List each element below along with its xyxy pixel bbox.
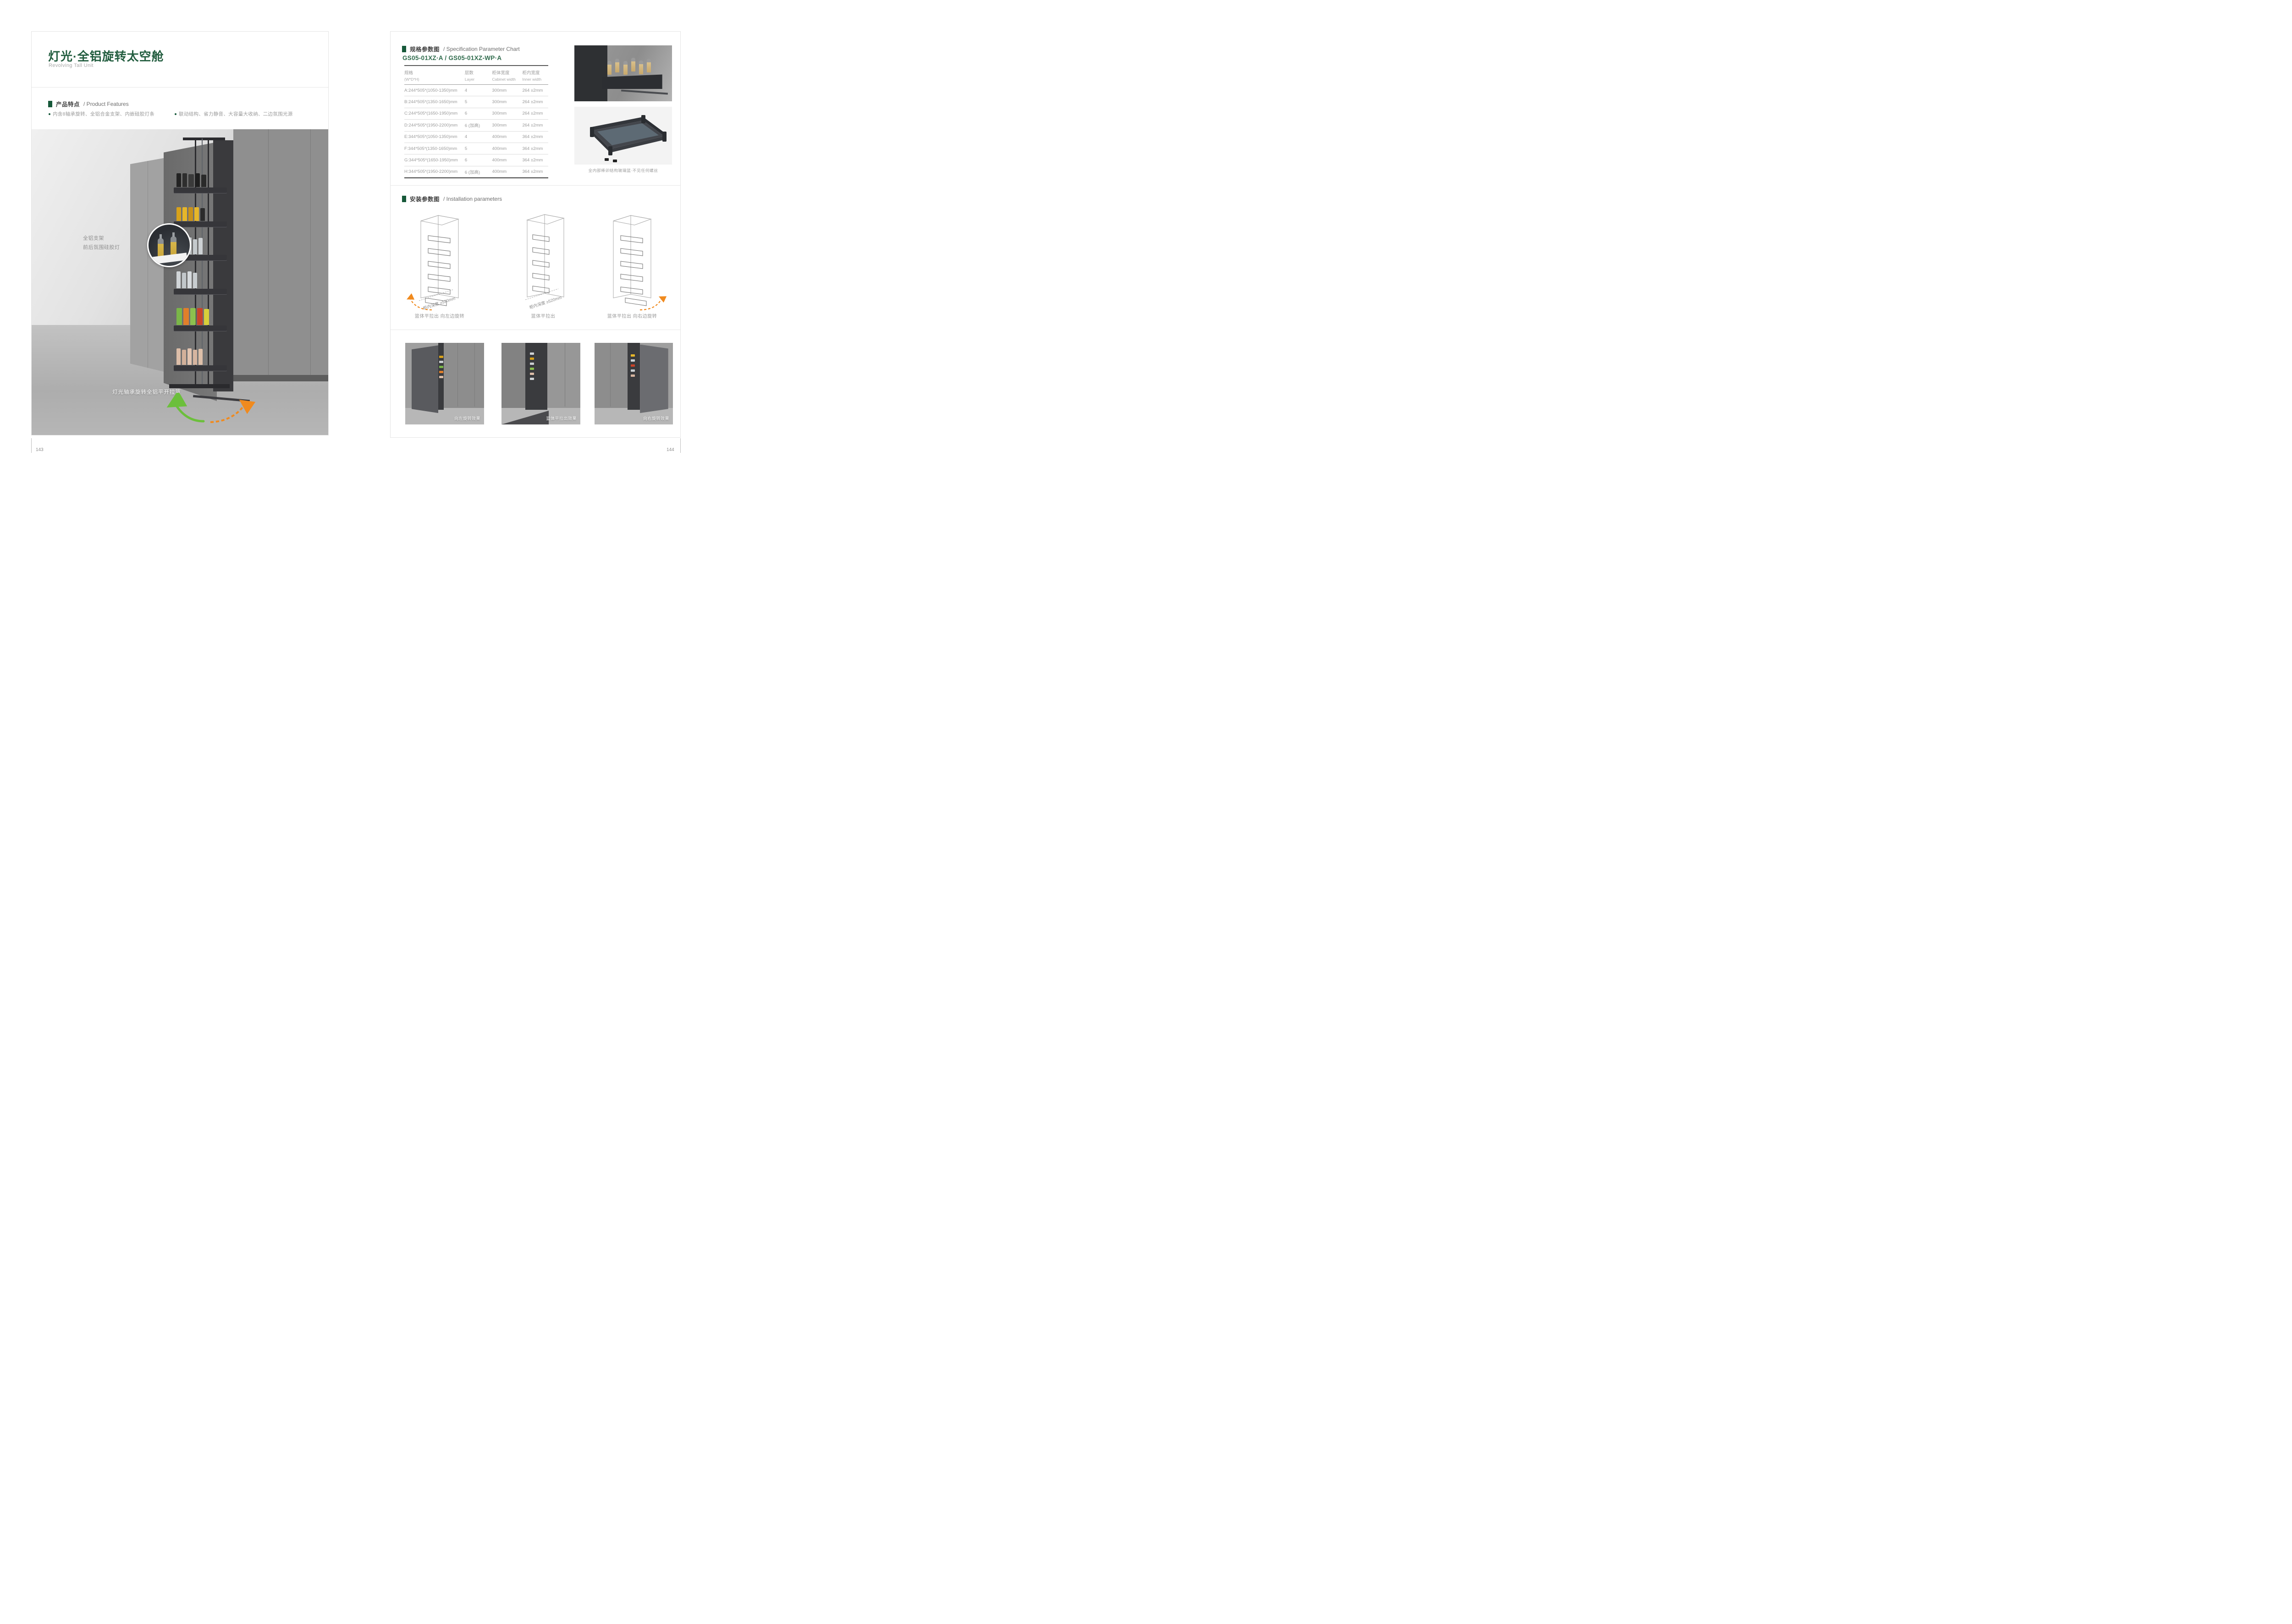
pullout-rail	[208, 138, 209, 386]
spec-section-heading: 规格参数图 / Specification Parameter Chart	[402, 44, 520, 53]
effect-caption: 向左旋转效果	[454, 415, 480, 421]
table-row: B:244*505*(1350-1650)mm5300mm264 ±2mm	[404, 96, 548, 108]
green-arrow-icon	[175, 403, 204, 421]
install-diagram-pullout: 柜内深度 ≥520mm	[509, 208, 578, 314]
callout-label: 全铝支架 前后氛围硅胶灯	[83, 234, 120, 252]
bullet-dot-icon	[175, 113, 176, 115]
shelf-items	[176, 308, 209, 325]
install-diagram-rotate-right	[598, 208, 667, 314]
cabinet-right	[233, 129, 328, 380]
green-square-icon	[48, 101, 52, 107]
install-heading-zh: 安装参数图	[410, 194, 440, 203]
zoom-callout	[119, 223, 191, 275]
pagenum-rule	[680, 438, 681, 453]
shelf-items	[176, 173, 206, 187]
effect-photo-rotate-left: 向左旋转效果	[405, 343, 484, 424]
spec-heading-en: / Specification Parameter Chart	[443, 46, 520, 52]
feature-bullet: 内含8轴承旋转、全铝合金支架、内嵌硅胶灯条	[49, 110, 154, 117]
effect-caption: 向右旋转效果	[643, 415, 669, 421]
spec-photo-glass-basket	[574, 107, 672, 165]
page-number-right: 144	[667, 447, 674, 452]
table-row: F:344*505*(1350-1650)mm5400mm364 ±2mm	[404, 143, 548, 154]
cabinet-toe-kick	[233, 375, 328, 381]
bottle-icon	[158, 238, 164, 258]
depth-note: 柜内深度 ≥520mm	[529, 295, 562, 310]
pullout-base	[169, 384, 230, 388]
depth-note: 柜内深度 ≥520mm	[422, 296, 456, 311]
table-row: E:344*505*(1050-1350)mm4400mm364 ±2mm	[404, 132, 548, 143]
catalog-spread: 灯光·全铝旋转太空舱 Revolving Tall Unit 产品特点 / Pr…	[0, 0, 710, 463]
left-page-panel: 灯光·全铝旋转太空舱 Revolving Tall Unit 产品特点 / Pr…	[31, 31, 329, 435]
cabinet-interior	[213, 140, 233, 391]
callout-shelf	[151, 253, 187, 264]
callout-circle	[147, 223, 191, 267]
green-square-icon	[402, 196, 406, 202]
effect-caption: 篮体平拉出效果	[546, 415, 577, 421]
diagram-caption: 篮体平拉出 向右边旋转	[593, 312, 671, 319]
features-section-heading: 产品特点 / Product Features	[48, 99, 129, 108]
pagenum-rule	[31, 438, 32, 453]
table-row: H:344*505*(1950-2200)mm6 (加高)400mm364 ±2…	[404, 166, 548, 178]
spec-photo-caption: 全内部棒卯结构玻璃篮·不见任何螺丝	[574, 167, 672, 173]
shelf-items	[176, 207, 205, 221]
divider	[32, 87, 328, 88]
orange-arrow-icon	[210, 404, 245, 422]
pullout-top-bracket	[183, 138, 225, 140]
page-subtitle: Revolving Tall Unit	[49, 63, 94, 68]
page-title: 灯光·全铝旋转太空舱	[48, 47, 164, 64]
install-section-heading: 安装参数图 / Installation parameters	[402, 194, 502, 203]
green-square-icon	[402, 46, 406, 52]
features-heading-en: / Product Features	[83, 101, 129, 107]
orange-arc-right-icon	[640, 298, 662, 310]
hero-product-photo: 全铝支架 前后氛围硅胶灯 灯光轴承旋转全铝平开拉篮	[32, 129, 328, 435]
basket-tray	[174, 187, 227, 193]
diagram-caption: 篮体平拉出	[504, 312, 582, 319]
feature-bullets: 内含8轴承旋转、全铝合金支架、内嵌硅胶灯条 联动结构、省力静音、大容量大收纳、二…	[49, 110, 293, 117]
spec-table-header: 规格(W*D*H) 层数Layer 柜体宽度Cabinet width 柜内宽度…	[404, 66, 548, 85]
feature-bullet-text: 联动结构、省力静音、大容量大收纳、二边氛围光源	[179, 110, 292, 117]
right-page-panel: 规格参数图 / Specification Parameter Chart GS…	[390, 31, 681, 438]
table-row: D:244*505*(1950-2200)mm6 (加高)300mm264 ±2…	[404, 120, 548, 131]
feature-bullet-text: 内含8轴承旋转、全铝合金支架、内嵌硅胶灯条	[53, 110, 154, 117]
effect-photo-rotate-right: 向右旋转效果	[595, 343, 673, 424]
install-heading-en: / Installation parameters	[443, 196, 502, 202]
feature-bullet: 联动结构、省力静音、大容量大收纳、二边氛围光源	[175, 110, 292, 117]
table-row: C:244*505*(1650-1950)mm6300mm264 ±2mm	[404, 108, 548, 120]
table-row: G:344*505*(1650-1950)mm6400mm364 ±2mm	[404, 154, 548, 166]
diagram-caption: 篮体平拉出 向左边旋转	[401, 312, 479, 319]
spec-heading-zh: 规格参数图	[410, 44, 440, 53]
effect-photo-pullout: 篮体平拉出效果	[501, 343, 580, 424]
model-code: GS05-01XZ·A / GS05-01XZ-WP·A	[402, 55, 501, 61]
divider	[391, 185, 680, 186]
page-number-left: 143	[36, 447, 44, 452]
install-diagram-rotate-left: 柜内深度 ≥520mm	[405, 208, 474, 314]
rotation-arrows	[160, 393, 261, 429]
spec-table: 规格(W*D*H) 层数Layer 柜体宽度Cabinet width 柜内宽度…	[404, 65, 548, 178]
basket-tray	[174, 325, 227, 331]
basket-tray	[174, 365, 227, 371]
bottle-icon	[171, 237, 176, 256]
table-row: A:244*505*(1050-1350)mm4300mm264 ±2mm	[404, 85, 548, 96]
spec-photo-basket-scene	[574, 45, 672, 101]
basket-tray	[174, 289, 227, 295]
features-heading-zh: 产品特点	[56, 99, 80, 108]
bullet-dot-icon	[49, 113, 50, 115]
shelf-items	[176, 348, 203, 365]
